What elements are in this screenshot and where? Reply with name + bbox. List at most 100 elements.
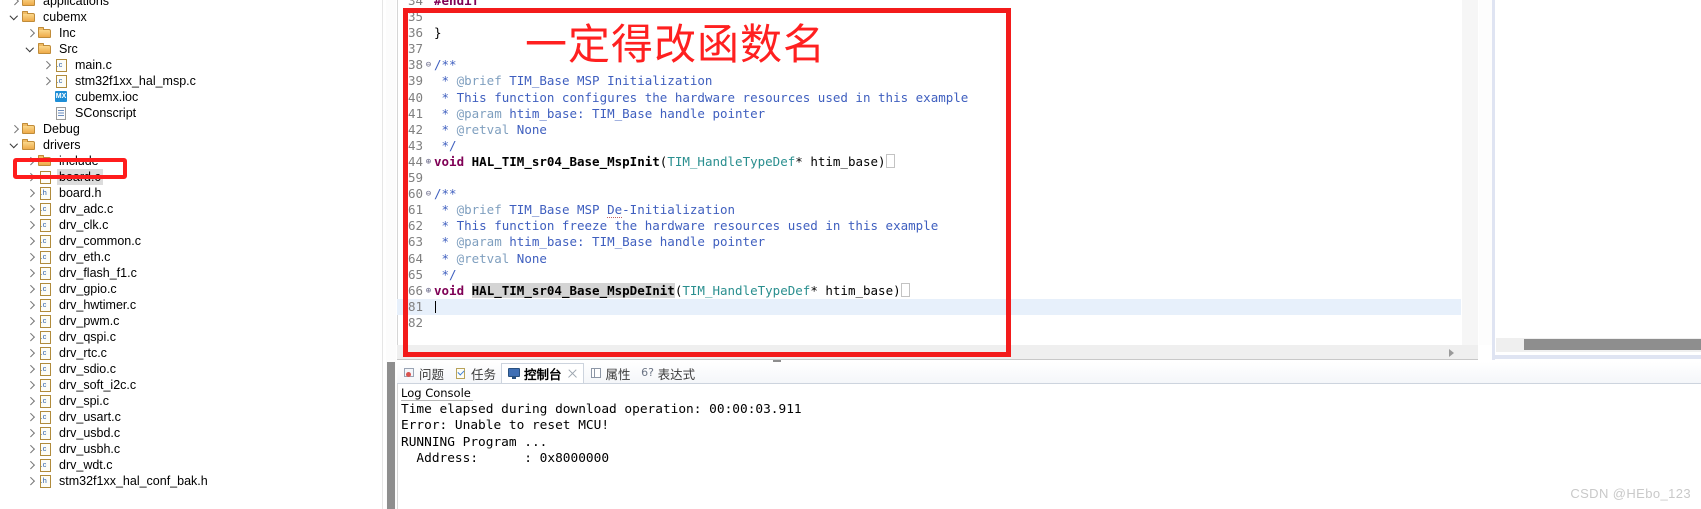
- editor-vertical-scrollbar-track[interactable]: [1462, 0, 1478, 345]
- chevron-right-icon[interactable]: [24, 281, 37, 297]
- chevron-right-icon[interactable]: [24, 185, 37, 201]
- code-text[interactable]: */: [434, 267, 1461, 283]
- tree-item-applications[interactable]: applications: [0, 0, 383, 9]
- scroll-right-arrow-icon[interactable]: [1449, 349, 1454, 357]
- tree-item-include[interactable]: include: [0, 153, 383, 169]
- tree-item-drv-eth-c[interactable]: drv_eth.c: [0, 249, 383, 265]
- code-line[interactable]: 65 */: [397, 267, 1461, 283]
- tree-item-board-h[interactable]: board.h: [0, 185, 383, 201]
- code-line[interactable]: 34 #endif: [397, 0, 1461, 9]
- tree-item-stm32f1xx-hal-conf-bak-h[interactable]: stm32f1xx_hal_conf_bak.h: [0, 473, 383, 489]
- tree-item-stm32f1xx-hal-msp-c[interactable]: stm32f1xx_hal_msp.c: [0, 73, 383, 89]
- editor-horizontal-scrollbar-track[interactable]: [397, 345, 1478, 360]
- code-line[interactable]: 81: [397, 298, 1461, 315]
- tree-item-cubemx-ioc[interactable]: cubemx.ioc: [0, 89, 383, 105]
- tree-item-main-c[interactable]: main.c: [0, 57, 383, 73]
- tree-item-drv-wdt-c[interactable]: drv_wdt.c: [0, 457, 383, 473]
- bottom-tab-1[interactable]: 任务: [449, 363, 501, 384]
- chevron-right-icon[interactable]: [40, 73, 53, 89]
- code-line[interactable]: 64 * @retval None: [397, 251, 1461, 267]
- code-text[interactable]: * This function configures the hardware …: [434, 90, 1461, 106]
- code-text[interactable]: * @param htim_base: TIM_Base handle poin…: [434, 234, 1461, 250]
- chevron-right-icon[interactable]: [24, 329, 37, 345]
- tree-item-drv-usbh-c[interactable]: drv_usbh.c: [0, 441, 383, 457]
- chevron-right-icon[interactable]: [24, 409, 37, 425]
- chevron-down-icon[interactable]: [8, 9, 21, 25]
- bottom-tab-2[interactable]: 控制台: [501, 362, 584, 384]
- tree-item-drv-spi-c[interactable]: drv_spi.c: [0, 393, 383, 409]
- code-line[interactable]: 59: [397, 170, 1461, 186]
- chevron-right-icon[interactable]: [24, 473, 37, 489]
- console-output[interactable]: Time elapsed during download operation: …: [401, 402, 1691, 467]
- code-line[interactable]: 42 * @retval None: [397, 122, 1461, 138]
- chevron-right-icon[interactable]: [24, 361, 37, 377]
- chevron-right-icon[interactable]: [24, 249, 37, 265]
- code-fold-toggle-icon[interactable]: ⊖: [423, 57, 434, 73]
- tree-item-drv-flash-f1-c[interactable]: drv_flash_f1.c: [0, 265, 383, 281]
- bottom-scrollbar-thumb[interactable]: [387, 362, 395, 509]
- code-line[interactable]: 39 * @brief TIM_Base MSP Initialization: [397, 73, 1461, 89]
- code-text[interactable]: /**: [434, 186, 1461, 202]
- code-fold-toggle-icon[interactable]: ⊕: [423, 283, 434, 299]
- chevron-right-icon[interactable]: [24, 217, 37, 233]
- code-line[interactable]: 44 ⊕ void HAL_TIM_sr04_Base_MspInit(TIM_Ha…: [397, 153, 1461, 170]
- code-text[interactable]: * @retval None: [434, 251, 1461, 267]
- tree-item-cubemx[interactable]: cubemx: [0, 9, 383, 25]
- chevron-right-icon[interactable]: [24, 297, 37, 313]
- chevron-right-icon[interactable]: [24, 169, 37, 185]
- tree-item-drivers[interactable]: drivers: [0, 137, 383, 153]
- chevron-right-icon[interactable]: [24, 265, 37, 281]
- code-text[interactable]: * @brief TIM_Base MSP De-Initialization: [434, 202, 1461, 219]
- chevron-down-icon[interactable]: [8, 137, 21, 153]
- tree-item-drv-usbd-c[interactable]: drv_usbd.c: [0, 425, 383, 441]
- right-side-panel[interactable]: [1492, 0, 1701, 360]
- chevron-right-icon[interactable]: [24, 313, 37, 329]
- code-line[interactable]: 82: [397, 315, 1461, 331]
- tree-item-debug[interactable]: Debug: [0, 121, 383, 137]
- tree-item-drv-pwm-c[interactable]: drv_pwm.c: [0, 313, 383, 329]
- close-icon[interactable]: [567, 368, 578, 379]
- code-text[interactable]: */: [434, 138, 1461, 154]
- chevron-right-icon[interactable]: [8, 0, 21, 9]
- code-text[interactable]: void HAL_TIM_sr04_Base_MspInit(TIM_Handl…: [434, 153, 1461, 170]
- code-line[interactable]: 61 * @brief TIM_Base MSP De-Initializati…: [397, 202, 1461, 219]
- code-text[interactable]: void HAL_TIM_sr04_Base_MspDeInit(TIM_Han…: [434, 282, 1461, 299]
- tree-item-drv-rtc-c[interactable]: drv_rtc.c: [0, 345, 383, 361]
- code-line[interactable]: 63 * @param htim_base: TIM_Base handle p…: [397, 234, 1461, 250]
- tree-item-drv-adc-c[interactable]: drv_adc.c: [0, 201, 383, 217]
- code-text[interactable]: * @retval None: [434, 122, 1461, 138]
- chevron-right-icon[interactable]: [24, 393, 37, 409]
- bottom-tab-4[interactable]: 6? 表达式: [636, 363, 701, 384]
- chevron-right-icon[interactable]: [8, 121, 21, 137]
- tree-item-board-c[interactable]: board.c: [0, 169, 383, 185]
- chevron-right-icon[interactable]: [24, 441, 37, 457]
- tree-item-drv-sdio-c[interactable]: drv_sdio.c: [0, 361, 383, 377]
- code-fold-toggle-icon[interactable]: ⊖: [423, 186, 434, 202]
- code-line[interactable]: 41 * @param htim_base: TIM_Base handle p…: [397, 106, 1461, 122]
- code-line[interactable]: 62 * This function freeze the hardware r…: [397, 218, 1461, 234]
- chevron-right-icon[interactable]: [24, 377, 37, 393]
- chevron-right-icon[interactable]: [24, 153, 37, 169]
- bottom-tab-3[interactable]: 属性: [584, 363, 636, 384]
- code-text[interactable]: #endif: [434, 0, 1461, 9]
- tree-item-drv-qspi-c[interactable]: drv_qspi.c: [0, 329, 383, 345]
- code-text[interactable]: * @param htim_base: TIM_Base handle poin…: [434, 106, 1461, 122]
- chevron-right-icon[interactable]: [24, 425, 37, 441]
- bottom-panel[interactable]: 问题 任务 控制台 属性 6? 表达式 Log Console Time elapsed …: [397, 362, 1701, 509]
- tree-item-drv-usart-c[interactable]: drv_usart.c: [0, 409, 383, 425]
- tree-item-src[interactable]: Src: [0, 41, 383, 57]
- tree-item-drv-soft-i2c-c[interactable]: drv_soft_i2c.c: [0, 377, 383, 393]
- chevron-right-icon[interactable]: [24, 457, 37, 473]
- code-text[interactable]: * This function freeze the hardware reso…: [434, 218, 1461, 234]
- tree-item-inc[interactable]: Inc: [0, 25, 383, 41]
- code-fold-toggle-icon[interactable]: ⊕: [423, 154, 434, 170]
- bottom-tab-0[interactable]: 问题: [397, 363, 449, 384]
- chevron-right-icon[interactable]: [40, 57, 53, 73]
- code-line[interactable]: 40 * This function configures the hardwa…: [397, 90, 1461, 106]
- tree-item-drv-clk-c[interactable]: drv_clk.c: [0, 217, 383, 233]
- code-text[interactable]: [434, 299, 1461, 315]
- code-text[interactable]: * @brief TIM_Base MSP Initialization: [434, 73, 1461, 89]
- editor-overview-ruler[interactable]: [1479, 0, 1492, 345]
- code-line[interactable]: 66 ⊕ void HAL_TIM_sr04_Base_MspDeInit(TIM_…: [397, 282, 1461, 299]
- chevron-right-icon[interactable]: [24, 201, 37, 217]
